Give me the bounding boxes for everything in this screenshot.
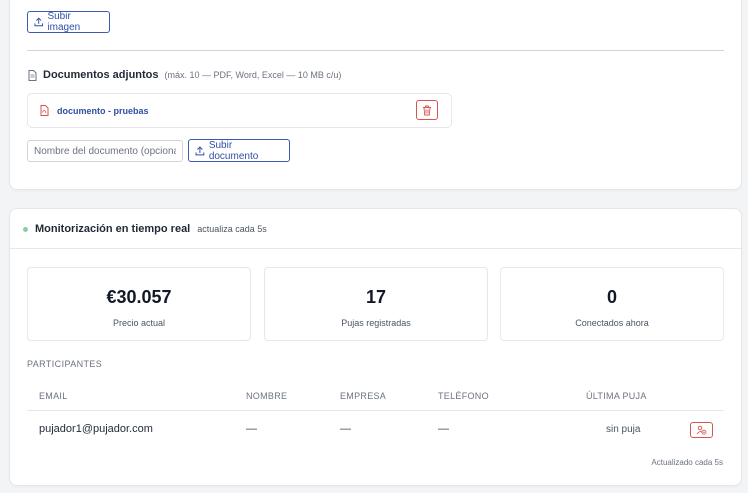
document-link[interactable]: documento - pruebas bbox=[57, 106, 149, 116]
monitoring-subtitle: actualiza cada 5s bbox=[197, 224, 267, 234]
trash-icon bbox=[423, 105, 431, 115]
documents-title: Documentos adjuntos bbox=[43, 69, 159, 81]
upload-document-button[interactable]: Subir documento bbox=[188, 139, 290, 162]
column-header-last-bid: ÚLTIMA PUJA bbox=[586, 391, 647, 401]
document-item: documento - pruebas bbox=[27, 93, 452, 128]
participant-last-bid: sin puja bbox=[606, 424, 641, 435]
participants-heading: PARTICIPANTES bbox=[27, 359, 103, 369]
column-header-name: NOMBRE bbox=[246, 391, 288, 401]
upload-icon bbox=[34, 17, 43, 27]
remove-user-icon bbox=[696, 425, 707, 435]
remove-participant-button[interactable] bbox=[690, 422, 713, 438]
divider bbox=[27, 50, 724, 51]
documents-hint: (máx. 10 — PDF, Word, Excel — 10 MB c/u) bbox=[164, 70, 342, 80]
column-header-company: EMPRESA bbox=[340, 391, 387, 401]
stat-current-price: €30.057 Precio actual bbox=[27, 267, 251, 341]
document-name-input[interactable] bbox=[27, 140, 183, 162]
monitoring-title: Monitorización en tiempo real bbox=[35, 223, 191, 235]
column-header-phone: TELÉFONO bbox=[438, 391, 489, 401]
stat-label: Precio actual bbox=[112, 318, 166, 328]
documents-header: Documentos adjuntos (máx. 10 — PDF, Word… bbox=[28, 69, 341, 81]
stat-label: Conectados ahora bbox=[575, 318, 649, 328]
document-icon bbox=[28, 69, 37, 81]
column-header-email: EMAIL bbox=[39, 391, 68, 401]
participant-company: — bbox=[340, 423, 351, 435]
divider bbox=[10, 248, 741, 249]
upload-document-label: Subir documento bbox=[208, 139, 259, 162]
stat-label: Pujas registradas bbox=[341, 318, 411, 328]
upload-image-button[interactable]: Subir imagen bbox=[27, 11, 110, 33]
live-indicator-icon bbox=[23, 226, 28, 232]
last-updated-text: Actualizado cada 5s bbox=[651, 458, 723, 467]
media-card: Subir imagen Documentos adjuntos (máx. 1… bbox=[9, 0, 742, 190]
stat-value: €30.057 bbox=[106, 287, 172, 307]
delete-document-button[interactable] bbox=[416, 100, 438, 120]
table-header-divider bbox=[27, 410, 724, 411]
stat-value: 0 bbox=[606, 287, 617, 307]
monitoring-card: Monitorización en tiempo real actualiza … bbox=[9, 208, 742, 486]
participant-name: — bbox=[246, 423, 257, 435]
upload-image-label: Subir imagen bbox=[47, 11, 81, 33]
upload-icon bbox=[195, 145, 205, 155]
pdf-file-icon bbox=[40, 105, 49, 116]
stat-registered-bids: 17 Pujas registradas bbox=[264, 267, 488, 341]
participant-phone: — bbox=[438, 423, 449, 435]
monitoring-header: Monitorización en tiempo real actualiza … bbox=[23, 223, 267, 235]
stat-connected-now: 0 Conectados ahora bbox=[500, 267, 724, 341]
stat-value: 17 bbox=[365, 287, 387, 307]
participant-email: pujador1@pujador.com bbox=[39, 423, 153, 435]
